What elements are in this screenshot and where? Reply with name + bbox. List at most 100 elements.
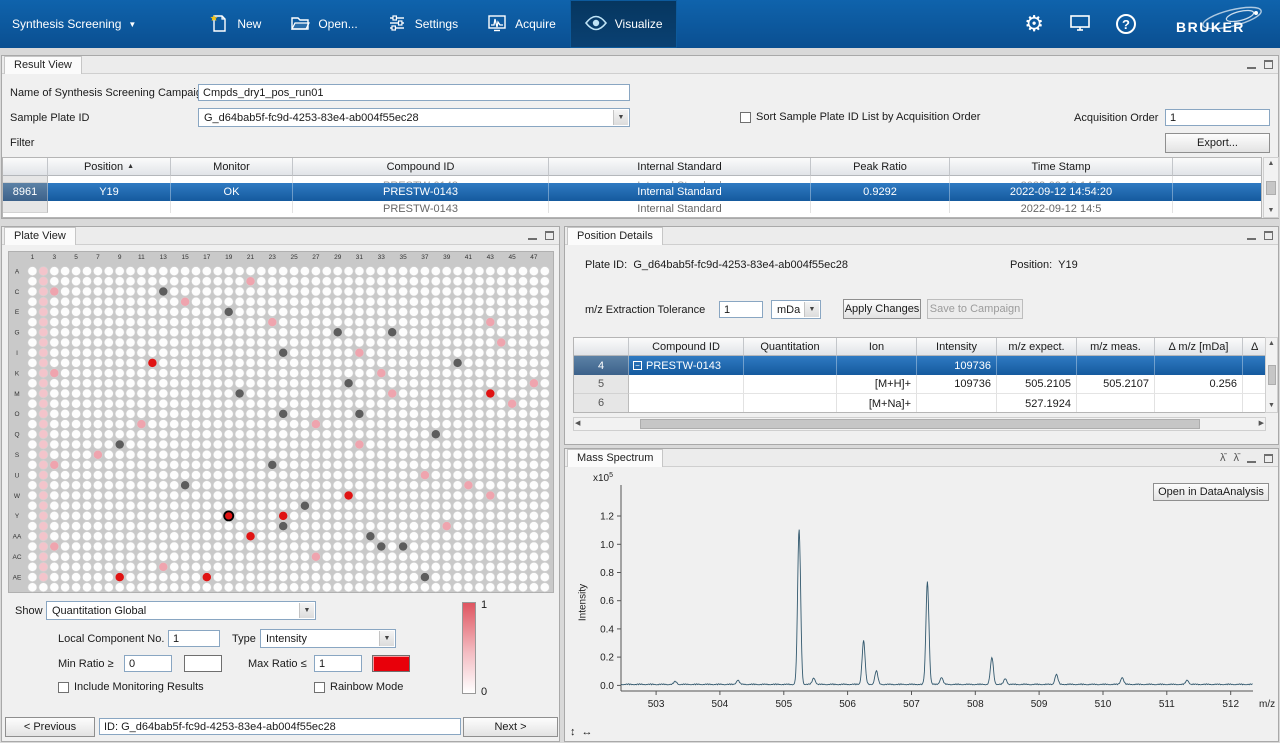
well[interactable] <box>213 481 222 490</box>
well[interactable] <box>442 399 451 408</box>
well[interactable] <box>377 358 386 367</box>
well[interactable] <box>50 318 59 327</box>
well[interactable] <box>257 562 266 571</box>
well[interactable] <box>420 481 429 490</box>
well[interactable] <box>518 307 527 316</box>
well[interactable] <box>366 297 375 306</box>
well[interactable] <box>213 511 222 520</box>
well[interactable] <box>246 522 255 531</box>
well[interactable] <box>61 318 70 327</box>
well[interactable] <box>409 562 418 571</box>
well[interactable] <box>540 552 549 561</box>
well[interactable] <box>246 389 255 398</box>
well[interactable] <box>300 511 309 520</box>
well[interactable] <box>464 522 473 531</box>
well[interactable] <box>420 460 429 469</box>
well[interactable] <box>115 420 124 429</box>
well[interactable] <box>518 552 527 561</box>
well[interactable] <box>431 389 440 398</box>
well[interactable] <box>388 409 397 418</box>
well[interactable] <box>388 297 397 306</box>
well[interactable] <box>148 460 157 469</box>
well[interactable] <box>333 318 342 327</box>
well[interactable] <box>377 328 386 337</box>
well[interactable] <box>290 471 299 480</box>
well[interactable] <box>181 552 190 561</box>
well[interactable] <box>409 318 418 327</box>
well[interactable] <box>224 471 233 480</box>
well[interactable] <box>464 440 473 449</box>
well[interactable] <box>409 573 418 582</box>
well[interactable] <box>344 542 353 551</box>
well[interactable] <box>115 471 124 480</box>
well[interactable] <box>279 318 288 327</box>
well[interactable] <box>279 307 288 316</box>
well[interactable] <box>486 267 495 276</box>
well[interactable] <box>344 430 353 439</box>
well[interactable] <box>497 328 506 337</box>
well[interactable] <box>257 399 266 408</box>
well[interactable] <box>137 409 146 418</box>
well[interactable] <box>431 481 440 490</box>
well[interactable] <box>28 399 37 408</box>
well[interactable] <box>388 450 397 459</box>
well[interactable] <box>82 450 91 459</box>
well[interactable] <box>518 562 527 571</box>
well[interactable] <box>486 369 495 378</box>
well[interactable] <box>475 338 484 347</box>
well[interactable] <box>170 511 179 520</box>
well[interactable] <box>191 297 200 306</box>
well[interactable] <box>420 532 429 541</box>
well[interactable] <box>115 318 124 327</box>
well[interactable] <box>420 552 429 561</box>
well[interactable] <box>191 491 200 500</box>
results-table-vertical-scrollbar[interactable]: ▲ ▼ <box>1263 157 1279 218</box>
well[interactable] <box>191 338 200 347</box>
well[interactable] <box>93 491 102 500</box>
well[interactable] <box>213 522 222 531</box>
scroll-right-icon[interactable]: ▶ <box>1259 419 1264 429</box>
well[interactable] <box>399 307 408 316</box>
well[interactable] <box>388 430 397 439</box>
well[interactable] <box>475 277 484 286</box>
well[interactable] <box>322 450 331 459</box>
well[interactable] <box>518 501 527 510</box>
well[interactable] <box>93 369 102 378</box>
well[interactable] <box>311 481 320 490</box>
well[interactable] <box>475 471 484 480</box>
well[interactable] <box>431 450 440 459</box>
well[interactable] <box>377 318 386 327</box>
well[interactable] <box>475 440 484 449</box>
well[interactable] <box>322 338 331 347</box>
well[interactable] <box>442 532 451 541</box>
well[interactable] <box>322 532 331 541</box>
well[interactable] <box>409 328 418 337</box>
well[interactable] <box>28 389 37 398</box>
well[interactable] <box>300 522 309 531</box>
well[interactable] <box>311 318 320 327</box>
well[interactable] <box>246 562 255 571</box>
well[interactable] <box>322 491 331 500</box>
well[interactable] <box>290 532 299 541</box>
well[interactable] <box>290 542 299 551</box>
well[interactable] <box>377 430 386 439</box>
well[interactable] <box>344 420 353 429</box>
well[interactable] <box>93 440 102 449</box>
well[interactable] <box>39 573 48 582</box>
well[interactable] <box>257 552 266 561</box>
well[interactable] <box>159 348 168 357</box>
well[interactable] <box>202 552 211 561</box>
well[interactable] <box>93 277 102 286</box>
well[interactable] <box>246 511 255 520</box>
well[interactable] <box>366 573 375 582</box>
well[interactable] <box>290 440 299 449</box>
well[interactable] <box>529 532 538 541</box>
well[interactable] <box>61 471 70 480</box>
well[interactable] <box>181 532 190 541</box>
well[interactable] <box>475 552 484 561</box>
well[interactable] <box>268 297 277 306</box>
well[interactable] <box>191 522 200 531</box>
well[interactable] <box>170 450 179 459</box>
well[interactable] <box>344 501 353 510</box>
well[interactable] <box>486 307 495 316</box>
